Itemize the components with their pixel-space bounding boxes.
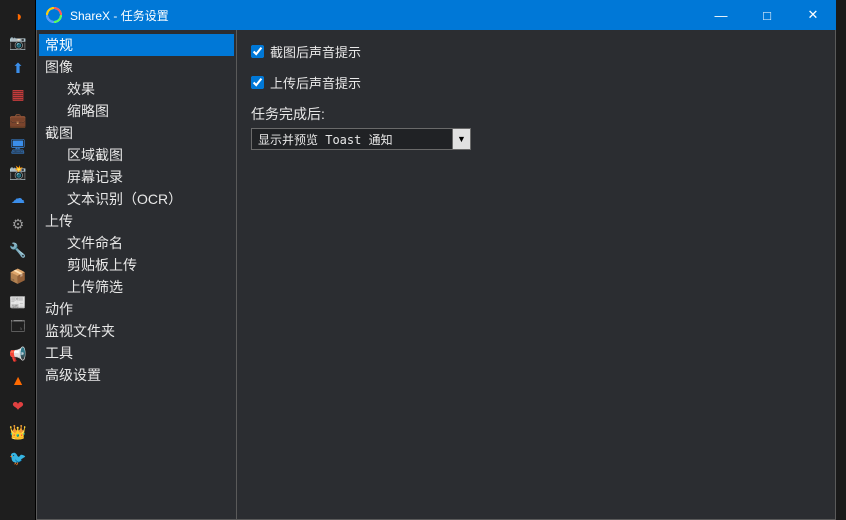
nav-item-6[interactable]: 屏幕记录 <box>39 166 234 188</box>
cloud-icon[interactable]: ☁ <box>0 186 36 210</box>
twitter-icon[interactable]: 🐦 <box>0 446 36 470</box>
after-task-label: 任务完成后: <box>251 104 821 124</box>
cone-icon[interactable]: ▲ <box>0 368 36 392</box>
window-title: ShareX - 任务设置 <box>70 7 698 24</box>
titlebar: ShareX - 任务设置 — □ ✕ <box>36 0 836 30</box>
settings-nav-tree: 常规图像效果缩略图截图区域截图屏幕记录文本识别（OCR）上传文件命名剪贴板上传上… <box>37 30 237 519</box>
screen-icon[interactable]: 🖥 <box>0 134 36 158</box>
grid-icon[interactable]: ▦ <box>0 82 36 106</box>
upload-sound-checkbox[interactable] <box>251 76 264 89</box>
sharex-logo-icon <box>46 7 62 23</box>
nav-item-11[interactable]: 上传筛选 <box>39 276 234 298</box>
tools-icon[interactable]: 🔧 <box>0 238 36 262</box>
nav-item-12[interactable]: 动作 <box>39 298 234 320</box>
close-button[interactable]: ✕ <box>790 0 836 30</box>
crown-icon[interactable]: 👑 <box>0 420 36 444</box>
settings-content-general: 截图后声音提示 上传后声音提示 任务完成后: 显示并预览 Toast 通知 ▼ <box>237 30 835 519</box>
nav-item-9[interactable]: 文件命名 <box>39 232 234 254</box>
capture-sound-checkbox-row[interactable]: 截图后声音提示 <box>251 42 821 61</box>
maximize-button[interactable]: □ <box>744 0 790 30</box>
nav-item-3[interactable]: 缩略图 <box>39 100 234 122</box>
app-side-toolbar: ◑📷⬆▦💼🖥📸☁⚙🔧📦📰🗔📢▲❤👑🐦 <box>0 0 36 520</box>
after-task-dropdown[interactable]: 显示并预览 Toast 通知 ▼ <box>251 128 471 150</box>
nav-item-4[interactable]: 截图 <box>39 122 234 144</box>
capture-sound-checkbox[interactable] <box>251 45 264 58</box>
minimize-button[interactable]: — <box>698 0 744 30</box>
gear-icon[interactable]: ⚙ <box>0 212 36 236</box>
box-icon[interactable]: 📦 <box>0 264 36 288</box>
capture-icon[interactable]: 📷 <box>0 30 36 54</box>
nav-item-7[interactable]: 文本识别（OCR） <box>39 188 234 210</box>
upload-sound-checkbox-row[interactable]: 上传后声音提示 <box>251 73 821 92</box>
horn-icon[interactable]: 📢 <box>0 342 36 366</box>
nav-item-14[interactable]: 工具 <box>39 342 234 364</box>
nav-item-1[interactable]: 图像 <box>39 56 234 78</box>
window-icon[interactable]: 🗔 <box>0 316 36 340</box>
news-icon[interactable]: 📰 <box>0 290 36 314</box>
nav-item-13[interactable]: 监视文件夹 <box>39 320 234 342</box>
nav-item-10[interactable]: 剪贴板上传 <box>39 254 234 276</box>
upload-icon[interactable]: ⬆ <box>0 56 36 80</box>
nav-item-0[interactable]: 常规 <box>39 34 234 56</box>
right-gutter <box>836 0 846 520</box>
dropdown-arrow-icon[interactable]: ▼ <box>453 128 471 150</box>
camera-icon[interactable]: 📸 <box>0 160 36 184</box>
nav-item-15[interactable]: 高级设置 <box>39 364 234 386</box>
briefcase-icon[interactable]: 💼 <box>0 108 36 132</box>
heart-icon[interactable]: ❤ <box>0 394 36 418</box>
nav-item-5[interactable]: 区域截图 <box>39 144 234 166</box>
after-task-value: 显示并预览 Toast 通知 <box>251 128 453 150</box>
sharex-logo[interactable]: ◑ <box>0 4 36 28</box>
upload-sound-label: 上传后声音提示 <box>270 73 361 92</box>
nav-item-2[interactable]: 效果 <box>39 78 234 100</box>
nav-item-8[interactable]: 上传 <box>39 210 234 232</box>
capture-sound-label: 截图后声音提示 <box>270 42 361 61</box>
